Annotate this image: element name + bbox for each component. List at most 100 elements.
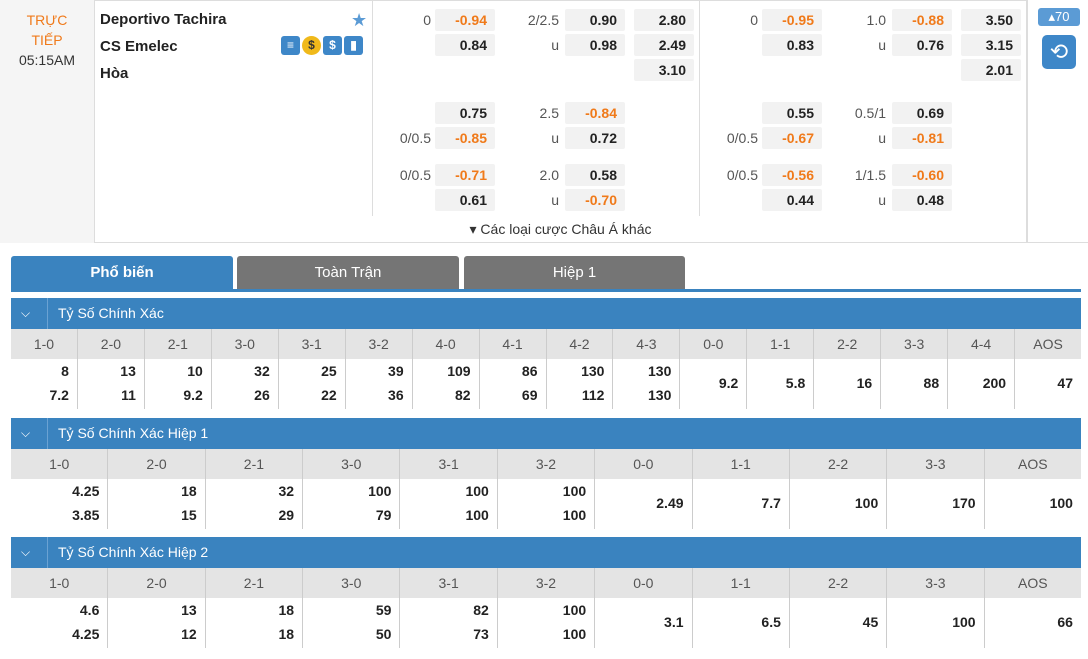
score-odds-cell[interactable]: 100 xyxy=(985,479,1081,529)
odds-value[interactable]: 0.76 xyxy=(892,34,952,56)
score-odds-cell[interactable]: 5.8 xyxy=(747,359,815,409)
odds-value[interactable]: -0.94 xyxy=(435,9,495,31)
score-label: 2-0 xyxy=(108,568,206,598)
odds-value[interactable]: -0.85 xyxy=(435,127,495,149)
score-odds-cell[interactable]: 100 xyxy=(790,479,888,529)
home-odds: 39 xyxy=(388,363,404,379)
ou-under-label: u xyxy=(551,130,559,146)
score-odds-cell[interactable]: 200 xyxy=(948,359,1016,409)
section-header[interactable]: ⌵ Tỷ Số Chính Xác xyxy=(11,298,1081,329)
odds-value[interactable]: 0.90 xyxy=(565,9,625,31)
odds-value[interactable]: -0.81 xyxy=(892,127,952,149)
home-team[interactable]: Deportivo Tachira xyxy=(100,11,226,28)
odds-value[interactable]: 0.61 xyxy=(435,189,495,211)
odds-value[interactable]: 2.80 xyxy=(634,9,694,31)
odds-value[interactable]: -0.88 xyxy=(892,9,952,31)
odds-value[interactable]: 0.72 xyxy=(565,127,625,149)
score-odds-cell[interactable]: 4.25 3.85 xyxy=(11,479,109,529)
score-odds-cell[interactable]: 16 xyxy=(814,359,882,409)
odds-value[interactable]: 0.44 xyxy=(762,189,822,211)
score-odds-cell[interactable]: 2.49 xyxy=(595,479,693,529)
score-odds-cell[interactable]: 18 18 xyxy=(206,598,304,648)
home-odds: 25 xyxy=(321,363,337,379)
score-odds-cell[interactable]: 100 100 xyxy=(498,479,596,529)
favorite-star-icon[interactable]: ★ xyxy=(351,10,367,31)
odds-value[interactable]: 0.75 xyxy=(435,102,495,124)
odds-value[interactable]: -0.71 xyxy=(435,164,495,186)
odds-value[interactable]: -0.56 xyxy=(762,164,822,186)
score-odds-cell[interactable]: 100 100 xyxy=(498,598,596,648)
odds-value[interactable]: 0.84 xyxy=(435,34,495,56)
score-odds-cell[interactable]: 45 xyxy=(790,598,888,648)
odds-value[interactable]: 0.83 xyxy=(762,34,822,56)
tab-half1[interactable]: Hiệp 1 xyxy=(464,256,685,289)
score-odds-cell[interactable]: 170 xyxy=(887,479,985,529)
away-team[interactable]: CS Emelec xyxy=(100,38,178,55)
odds-value[interactable]: 0.48 xyxy=(892,189,952,211)
score-odds-cell[interactable]: 100 100 xyxy=(400,479,498,529)
odds-value[interactable]: 0.58 xyxy=(565,164,625,186)
score-odds-cell[interactable]: 18 15 xyxy=(108,479,206,529)
dollar-icon[interactable]: $ xyxy=(323,36,342,55)
odds-value[interactable]: 3.15 xyxy=(961,34,1021,56)
score-odds-cell[interactable]: 88 xyxy=(881,359,949,409)
score-odds-cell[interactable]: 82 73 xyxy=(400,598,498,648)
score-odds-cell[interactable]: 32 26 xyxy=(212,359,279,409)
score-odds-cell[interactable]: 100 xyxy=(887,598,985,648)
odds-value[interactable]: -0.84 xyxy=(565,102,625,124)
score-odds-cell[interactable]: 10 9.2 xyxy=(145,359,212,409)
score-odds-cell[interactable]: 109 82 xyxy=(413,359,480,409)
away-odds: 100 xyxy=(465,507,489,523)
more-asian-odds-link[interactable]: ▾ Các loại cược Châu Á khác xyxy=(94,216,1027,243)
home-odds: 8 xyxy=(61,363,69,379)
score-odds-cell[interactable]: 130 112 xyxy=(547,359,614,409)
chevron-down-icon[interactable]: ⌵ xyxy=(21,298,30,329)
history-clock-icon[interactable]: ⟲ xyxy=(1042,35,1076,69)
chevron-down-icon[interactable]: ⌵ xyxy=(21,418,30,449)
section-header[interactable]: ⌵ Tỷ Số Chính Xác Hiệp 2 xyxy=(11,537,1081,568)
score-odds-cell[interactable]: 3.1 xyxy=(595,598,693,648)
score-odds-cell[interactable]: 8 7.2 xyxy=(11,359,78,409)
odds-value[interactable]: 0.69 xyxy=(892,102,952,124)
score-odds-cell[interactable]: 9.2 xyxy=(680,359,748,409)
score-odds-cell[interactable]: 32 29 xyxy=(206,479,304,529)
chevron-down-icon[interactable]: ⌵ xyxy=(21,537,30,568)
odds-value[interactable]: -0.60 xyxy=(892,164,952,186)
odds-value[interactable]: 0.98 xyxy=(565,34,625,56)
odds-value[interactable]: 2.01 xyxy=(961,59,1021,81)
odds-value[interactable]: 0.55 xyxy=(762,102,822,124)
odds-value[interactable]: 3.10 xyxy=(634,59,694,81)
section-title: Tỷ Số Chính Xác Hiệp 1 xyxy=(47,418,208,449)
score-odds-cell[interactable]: 100 79 xyxy=(303,479,401,529)
score-odds-cell[interactable]: 86 69 xyxy=(480,359,547,409)
odds-count-badge[interactable]: ▴70 xyxy=(1038,8,1080,26)
score-odds-cell[interactable]: 47 xyxy=(1015,359,1081,409)
away-odds: 82 xyxy=(454,387,471,403)
score-odds-cell[interactable]: 59 50 xyxy=(303,598,401,648)
tab-popular[interactable]: Phổ biến xyxy=(11,256,233,289)
score-odds-cell[interactable]: 7.7 xyxy=(693,479,790,529)
handicap-line: 0 xyxy=(423,12,431,28)
score-odds-cell[interactable]: 13 11 xyxy=(78,359,145,409)
score-label: 0-0 xyxy=(595,449,693,479)
score-odds-cell[interactable]: 4.6 4.25 xyxy=(11,598,109,648)
score-odds-cell[interactable]: 13 12 xyxy=(108,598,206,648)
odds-value[interactable]: 2.49 xyxy=(634,34,694,56)
coin-icon[interactable]: $ xyxy=(302,36,321,55)
odds-value[interactable]: -0.70 xyxy=(565,189,625,211)
score-label: 3-2 xyxy=(498,568,596,598)
stats-s-icon[interactable]: ≡ xyxy=(281,36,300,55)
chart-icon[interactable]: ▮ xyxy=(344,36,363,55)
score-odds-cell[interactable]: 6.5 xyxy=(693,598,790,648)
score-label: AOS xyxy=(1017,575,1048,591)
score-odds-cell[interactable]: 25 22 xyxy=(279,359,346,409)
tab-fulltime[interactable]: Toàn Trận xyxy=(237,256,459,289)
score-odds-cell[interactable]: 39 36 xyxy=(346,359,413,409)
score-label: 1-1 xyxy=(693,568,790,598)
score-odds-cell[interactable]: 66 xyxy=(985,598,1081,648)
odds-value[interactable]: -0.67 xyxy=(762,127,822,149)
odds-value[interactable]: -0.95 xyxy=(762,9,822,31)
odds-value[interactable]: 3.50 xyxy=(961,9,1021,31)
section-header[interactable]: ⌵ Tỷ Số Chính Xác Hiệp 1 xyxy=(11,418,1081,449)
score-odds-cell[interactable]: 130 130 xyxy=(613,359,681,409)
